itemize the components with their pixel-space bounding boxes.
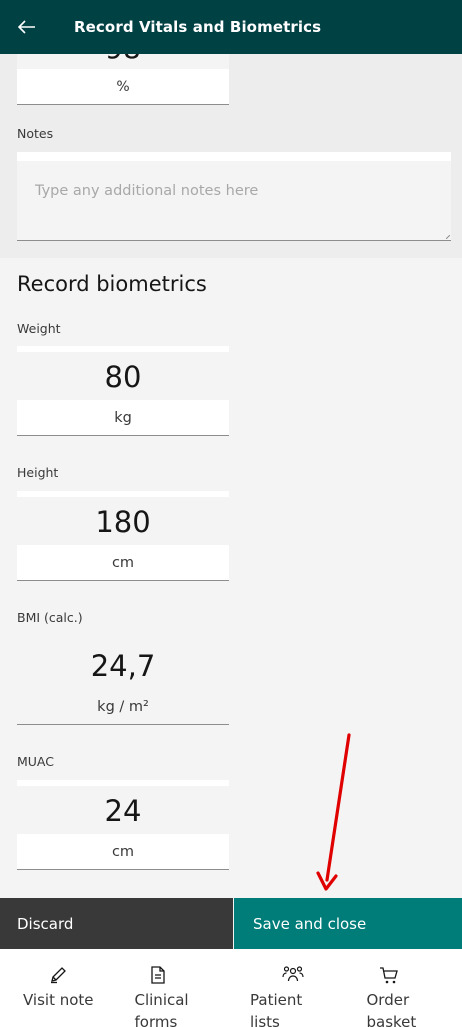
vitals-section: 98 % Notes Type any additional notes her…: [0, 54, 462, 258]
pen-icon: [51, 967, 66, 984]
nav-clinical-forms-line1: Clinical: [134, 991, 189, 1009]
muac-unit: cm: [17, 834, 229, 870]
notes-label: Notes: [17, 126, 54, 141]
muac-field[interactable]: 24 cm: [17, 780, 229, 870]
notes-textarea[interactable]: Type any additional notes here: [17, 152, 451, 241]
nav-patient-lists-line2: lists: [250, 1013, 280, 1027]
muac-input[interactable]: 24: [17, 794, 229, 828]
weight-input[interactable]: 80: [17, 360, 229, 394]
weight-field[interactable]: 80 kg: [17, 346, 229, 436]
height-unit: cm: [17, 545, 229, 581]
nav-order-basket-label: Order basket: [367, 989, 417, 1027]
back-button[interactable]: [0, 0, 54, 54]
save-and-close-button[interactable]: Save and close: [233, 898, 462, 949]
height-label: Height: [17, 465, 59, 480]
nav-visit-note-label: Visit note: [23, 989, 94, 1011]
spo2-unit: %: [17, 69, 229, 105]
spo2-input-top: 98: [17, 54, 229, 69]
form-content[interactable]: 98 % Notes Type any additional notes her…: [0, 54, 462, 898]
document-icon: [150, 966, 165, 984]
nav-clinical-forms[interactable]: Clinical forms: [116, 949, 232, 1027]
form-actions: Discard Save and close: [0, 898, 462, 949]
nav-patient-lists-line1: Patient: [250, 991, 303, 1009]
height-input[interactable]: 180: [17, 505, 229, 539]
spo2-value[interactable]: 98: [17, 54, 229, 65]
nav-order-basket-line1: Order: [366, 991, 410, 1009]
muac-label: MUAC: [17, 754, 54, 769]
nav-visit-note-line1: Visit note: [23, 991, 94, 1009]
weight-label: Weight: [17, 321, 61, 336]
arrow-left-icon: [18, 20, 35, 34]
height-field[interactable]: 180 cm: [17, 491, 229, 581]
nav-order-basket[interactable]: Order basket: [347, 949, 462, 1027]
biometrics-heading: Record biometrics: [17, 272, 207, 296]
app-header: Record Vitals and Biometrics: [0, 0, 462, 54]
bmi-field: 24,7 kg / m²: [17, 641, 229, 731]
group-icon: [282, 966, 304, 982]
page-title: Record Vitals and Biometrics: [74, 18, 322, 36]
cart-icon: [379, 967, 398, 984]
spo2-field[interactable]: 98 %: [17, 54, 229, 106]
notes-placeholder: Type any additional notes here: [35, 183, 259, 199]
nav-patient-lists-label: Patient lists: [250, 989, 302, 1027]
nav-clinical-forms-label: Clinical forms: [135, 989, 189, 1027]
resize-handle-icon[interactable]: [446, 235, 450, 239]
bmi-value: 24,7: [90, 649, 156, 683]
bottom-nav: Visit note Clinical forms Patient lists: [0, 949, 462, 1027]
nav-visit-note[interactable]: Visit note: [0, 949, 116, 1027]
nav-order-basket-line2: basket: [366, 1013, 417, 1027]
discard-button[interactable]: Discard: [0, 898, 233, 949]
nav-patient-lists[interactable]: Patient lists: [231, 949, 347, 1027]
bmi-unit: kg / m²: [17, 689, 229, 725]
weight-unit: kg: [17, 400, 229, 436]
nav-clinical-forms-line2: forms: [134, 1013, 178, 1027]
bmi-label: BMI (calc.): [17, 610, 83, 625]
